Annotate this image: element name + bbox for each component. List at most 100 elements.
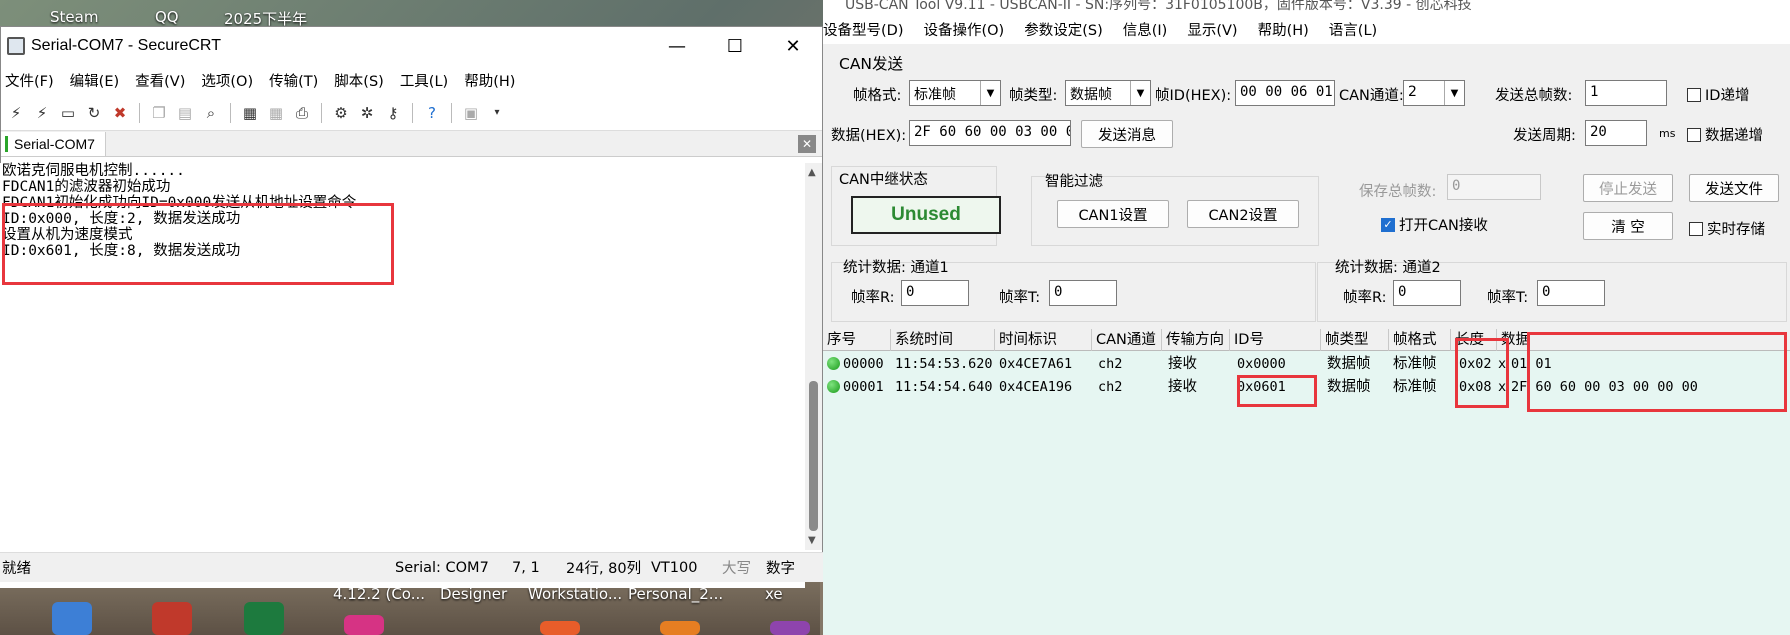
app-icon-pink[interactable] [344,615,384,635]
menu-device-operation[interactable]: 设备操作(O) [923,19,1004,40]
scroll-down-icon[interactable]: ▼ [808,535,816,546]
col-system-time[interactable]: 系统时间 [891,329,995,351]
print-icon[interactable]: ⎙ [291,102,313,124]
menu-script[interactable]: 脚本(S) [334,70,384,91]
disconnect-icon[interactable]: ✖ [109,102,131,124]
clear-button[interactable]: 清 空 [1583,212,1673,240]
app-icon-ccleaner[interactable] [152,602,192,635]
status-led-icon [827,380,840,393]
toolbar-overflow-icon[interactable]: ▾ [486,102,508,124]
toolbar-separator [321,102,322,123]
col-can-channel[interactable]: CAN通道 [1092,329,1162,351]
highlight-box-data [1527,332,1787,412]
open-can-receive-checkbox[interactable]: ✓ 打开CAN接收 [1381,214,1488,235]
menu-info[interactable]: 信息(I) [1123,19,1168,40]
app-icon-orange[interactable] [540,621,580,635]
tab-label: Serial-COM7 [14,135,95,152]
tab-serial-com7[interactable]: Serial-COM7 [1,131,106,156]
menu-transfer[interactable]: 传输(T) [269,70,318,91]
col-frame-format[interactable]: 帧格式 [1389,329,1451,351]
crt-title-bar[interactable]: Serial-COM7 - SecureCRT — ☐ ✕ [1,27,822,65]
session-options-icon[interactable]: ⚙ [330,102,352,124]
cell-id: 0x0000 [1237,356,1286,372]
total-frames-label: 发送总帧数: [1495,88,1573,104]
col-timestamp[interactable]: 时间标识 [995,329,1092,351]
menu-help[interactable]: 帮助(H) [1258,19,1309,40]
frame-type-value: 数据帧 [1070,87,1112,103]
app-icon-network[interactable] [52,602,92,635]
quick-connect-icon[interactable]: ⚡ [31,102,53,124]
id-increment-checkbox[interactable]: ID递增 [1687,84,1749,105]
col-seq[interactable]: 序号 [823,329,891,351]
paste-icon[interactable]: ▤ [174,102,196,124]
status-ready: 就绪 [2,561,31,577]
data-hex-input[interactable]: 2F 60 60 00 03 00 00 00 [909,120,1071,146]
toolbar-separator [230,102,231,123]
chevron-down-icon: ▼ [1130,81,1150,105]
connect-tab-icon[interactable]: ▭ [57,102,79,124]
toolbar-separator [139,102,140,123]
close-button[interactable]: ✕ [764,27,822,65]
print-setup-icon[interactable]: ▦ [239,102,261,124]
print-selection-icon[interactable]: ▦ [265,102,287,124]
send-message-button[interactable]: 发送消息 [1081,120,1173,148]
can-channel-select[interactable]: 2 ▼ [1403,80,1465,106]
stop-send-button[interactable]: 停止发送 [1583,174,1673,202]
tab-close-icon[interactable]: ✕ [798,135,816,153]
reconnect-icon[interactable]: ↻ [83,102,105,124]
desktop-icon-label-qq[interactable]: QQ [155,8,179,26]
menu-help[interactable]: 帮助(H) [464,70,515,91]
global-options-icon[interactable]: ✲ [356,102,378,124]
keymap-icon[interactable]: ⚷ [382,102,404,124]
channel2-rate-r-value: 0 [1393,280,1461,306]
channel1-rate-t-label: 帧率T: [999,290,1041,306]
menu-language[interactable]: 语言(L) [1329,19,1377,40]
menu-options[interactable]: 选项(O) [201,70,253,91]
help-icon[interactable]: ? [421,102,443,124]
menu-tools[interactable]: 工具(L) [400,70,448,91]
terminal-scrollbar[interactable]: ▲ ▼ [805,163,822,550]
menu-file[interactable]: 文件(F) [5,70,54,91]
period-unit: ms [1659,127,1676,140]
frame-type-select[interactable]: 数据帧 ▼ [1065,80,1151,106]
col-direction[interactable]: 传输方向 [1162,329,1230,351]
highlight-box-terminal [2,203,394,285]
send-period-input[interactable]: 20 [1585,120,1647,146]
maximize-button[interactable]: ☐ [706,27,764,65]
channel1-rate-r-value: 0 [901,280,969,306]
copy-icon[interactable]: ❐ [148,102,170,124]
scroll-up-icon[interactable]: ▲ [808,167,816,178]
menu-view[interactable]: 查看(V) [135,70,185,91]
data-increment-checkbox[interactable]: 数据递增 [1687,124,1763,145]
status-size: 24行, 80列 [566,561,642,577]
menu-display[interactable]: 显示(V) [1187,19,1237,40]
highlight-box-id [1237,375,1317,407]
minimize-button[interactable]: — [648,27,706,65]
cell-timestamp: 0x4CEA196 [999,379,1073,395]
cell-frame-format: 标准帧 [1393,356,1437,372]
col-frame-type[interactable]: 帧类型 [1321,329,1389,351]
menu-edit[interactable]: 编辑(E) [70,70,119,91]
realtime-save-checkbox[interactable]: 实时存储 [1689,218,1765,239]
data-hex-label: 数据(HEX): [831,128,907,144]
menu-device-model[interactable]: 设备型号(D) [823,19,903,40]
menu-parameters[interactable]: 参数设定(S) [1024,19,1103,40]
frame-format-select[interactable]: 标准帧 ▼ [909,80,1001,106]
send-file-button[interactable]: 发送文件 [1689,174,1779,202]
app-icon-orange2[interactable] [660,621,700,635]
can-title-bar[interactable]: USB-CAN Tool V9.11 - USBCAN-II - SN:序列号：… [823,0,1790,14]
find-icon[interactable]: ⌕ [200,102,222,124]
keypad-icon[interactable]: ▣ [460,102,482,124]
frame-id-input[interactable]: 00 00 06 01 [1235,80,1335,106]
can1-settings-button[interactable]: CAN1设置 [1057,200,1169,228]
desktop-icon-label-steam[interactable]: Steam [50,8,98,26]
excel-icon[interactable] [244,602,284,635]
col-id[interactable]: ID号 [1230,329,1321,351]
can2-settings-button[interactable]: CAN2设置 [1187,200,1299,228]
scroll-thumb[interactable] [809,381,818,531]
app-icon-purple[interactable] [770,621,810,635]
connect-icon[interactable]: ⚡ [5,102,27,124]
total-frames-input[interactable]: 1 [1585,80,1667,106]
frame-format-value: 标准帧 [914,87,956,103]
status-emulation: VT100 [651,559,698,576]
